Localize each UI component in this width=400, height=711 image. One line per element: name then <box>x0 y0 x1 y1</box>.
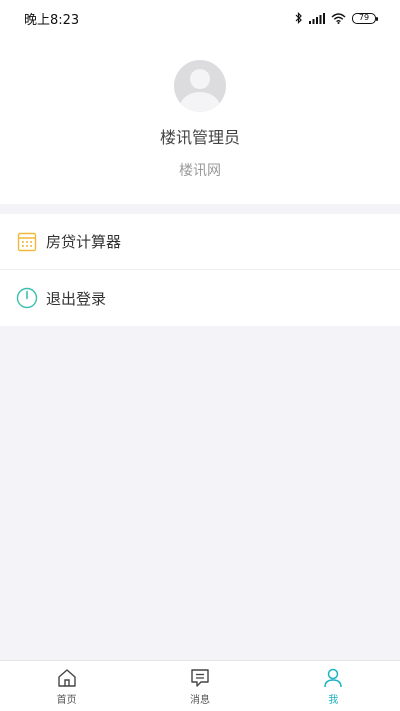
tab-home[interactable]: 首页 <box>0 661 133 711</box>
signal-icon <box>309 12 325 24</box>
tab-label: 首页 <box>56 694 77 706</box>
home-icon <box>57 668 76 687</box>
menu-item-logout[interactable]: 退出登录 <box>0 270 400 326</box>
battery-level: 79 <box>358 13 370 22</box>
tab-me[interactable]: 我 <box>267 661 400 711</box>
status-bar: 晚上8:23 79 <box>0 0 400 36</box>
bluetooth-icon <box>295 12 302 24</box>
calculator-icon <box>16 231 38 253</box>
tab-bar: 首页 消息 我 <box>0 660 400 711</box>
status-time: 晚上8:23 <box>24 12 80 28</box>
menu-item-label: 退出登录 <box>46 289 107 308</box>
avatar-body <box>180 92 220 112</box>
tab-messages[interactable]: 消息 <box>133 661 266 711</box>
message-icon <box>191 668 209 687</box>
battery-icon: 79 <box>352 12 378 24</box>
power-icon <box>16 287 38 309</box>
menu-item-label: 房贷计算器 <box>46 233 122 251</box>
profile-header: 楼讯管理员 楼讯网 <box>0 36 400 204</box>
user-name: 楼讯管理员 <box>159 128 240 147</box>
screen: 晚上8:23 79 楼讯管理员 楼讯网 房贷计算器 退出登录 首页 消息 我 <box>0 0 400 711</box>
tab-label: 消息 <box>189 694 210 706</box>
menu-item-mortgage-calculator[interactable]: 房贷计算器 <box>0 214 400 270</box>
wifi-icon <box>331 12 346 24</box>
tab-label: 我 <box>328 694 339 706</box>
menu-list: 房贷计算器 退出登录 <box>0 214 400 326</box>
avatar-head <box>190 69 210 89</box>
avatar[interactable] <box>174 60 226 112</box>
status-icons: 79 <box>295 12 378 24</box>
site-name: 楼讯网 <box>179 163 221 179</box>
user-icon <box>324 668 343 687</box>
